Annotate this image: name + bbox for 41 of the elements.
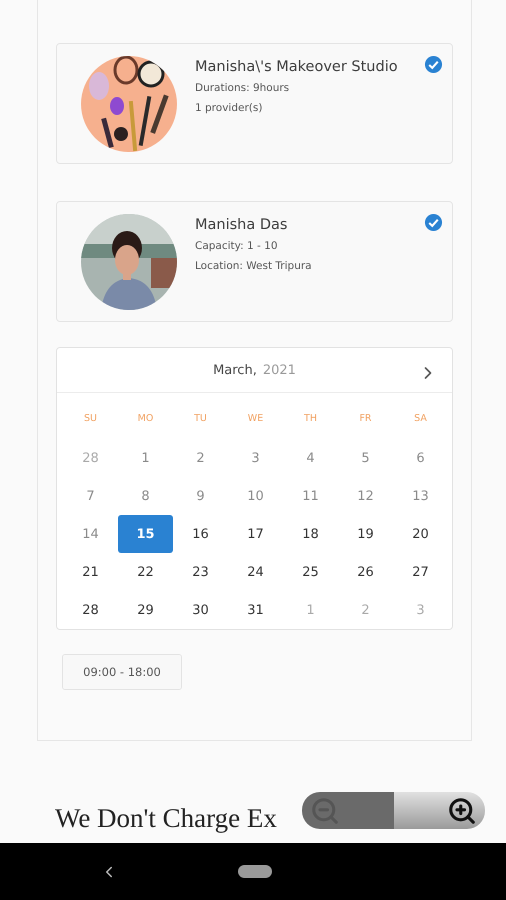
weekday-label: FR: [359, 413, 372, 426]
calendar-day[interactable]: 26: [338, 553, 393, 591]
calendar-day[interactable]: 21: [63, 553, 118, 591]
calendar-day[interactable]: 18: [283, 515, 338, 553]
calendar-day[interactable]: 27: [393, 553, 448, 591]
home-button[interactable]: [238, 865, 272, 878]
zoom-out-button[interactable]: [302, 792, 394, 829]
zoom-in-button[interactable]: [394, 792, 485, 829]
card-title: Manisha Das: [195, 216, 288, 234]
selection-card[interactable]: Manisha Das Capacity: 1 - 10 Location: West Tripura: [56, 201, 453, 322]
calendar-day[interactable]: 28: [63, 591, 118, 629]
calendar-day[interactable]: 15: [118, 515, 173, 553]
calendar-day[interactable]: 20: [393, 515, 448, 553]
card-title: Manisha\'s Makeover Studio: [195, 58, 398, 76]
calendar-day[interactable]: 25: [283, 553, 338, 591]
card-detail: Capacity: 1 - 10: [195, 239, 279, 254]
calendar-day[interactable]: 23: [173, 553, 228, 591]
calendar-month: March,: [213, 362, 257, 378]
calendar-day[interactable]: 22: [118, 553, 173, 591]
weekday-label: SU: [84, 413, 97, 426]
weekday-label: TH: [304, 413, 317, 426]
weekday-label: SA: [414, 413, 427, 426]
card-detail: 1 provider(s): [195, 101, 264, 116]
weekday-label: WE: [248, 413, 264, 426]
weekday-label: MO: [138, 413, 154, 426]
calendar-day[interactable]: 31: [228, 591, 283, 629]
calendar-day[interactable]: 29: [118, 591, 173, 629]
weekday-label: TU: [194, 413, 207, 426]
card-detail: Durations: 9hours: [195, 81, 290, 96]
selection-card[interactable]: Manisha\'s Makeover Studio Durations: 9hours 1 provider(s): [56, 43, 453, 164]
calendar-year: 2021: [262, 362, 296, 378]
calendar-day[interactable]: 30: [173, 591, 228, 629]
zoom-out-icon: [310, 796, 340, 826]
section-heading: We Don't Charge Ex: [55, 803, 277, 834]
time-slot[interactable]: 09:00 - 18:00: [62, 654, 182, 690]
calendar-day[interactable]: 19: [338, 515, 393, 553]
zoom-in-icon: [447, 796, 477, 826]
calendar-day[interactable]: 17: [228, 515, 283, 553]
calendar-day[interactable]: 24: [228, 553, 283, 591]
calendar-day[interactable]: 16: [173, 515, 228, 553]
card-detail: Location: West Tripura: [195, 259, 312, 274]
